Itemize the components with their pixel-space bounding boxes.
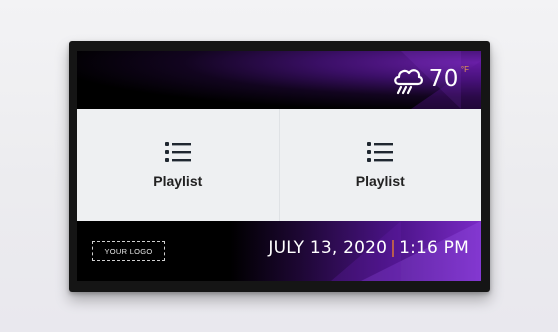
playlist-label: Playlist — [153, 173, 203, 189]
date-time-separator: | — [390, 238, 397, 258]
playlist-tile-right[interactable]: Playlist — [280, 109, 482, 221]
playlist-label: Playlist — [355, 173, 405, 189]
temperature-unit: °F — [460, 65, 469, 74]
display-frame: 70 °F Playlist Playlist YOUR LOGO JULY 1… — [69, 41, 490, 292]
playlist-tile-left[interactable]: Playlist — [77, 109, 280, 221]
bottom-bar: YOUR LOGO JULY 13, 2020 | 1:16 PM — [77, 221, 481, 281]
date-time-display: JULY 13, 2020 | 1:16 PM — [268, 238, 469, 258]
date-text: JULY 13, 2020 — [268, 238, 388, 258]
list-icon — [164, 142, 191, 162]
logo-placeholder: YOUR LOGO — [92, 241, 165, 261]
rain-cloud-icon — [393, 69, 423, 95]
playlist-zones: Playlist Playlist — [77, 109, 481, 221]
weather-widget: 70 °F — [391, 59, 469, 99]
top-bar: 70 °F — [77, 51, 481, 109]
temperature: 70 — [428, 66, 459, 92]
time-text: 1:16 PM — [399, 238, 469, 258]
list-icon — [367, 142, 394, 162]
signage-screen: 70 °F Playlist Playlist YOUR LOGO JULY 1… — [77, 51, 481, 281]
